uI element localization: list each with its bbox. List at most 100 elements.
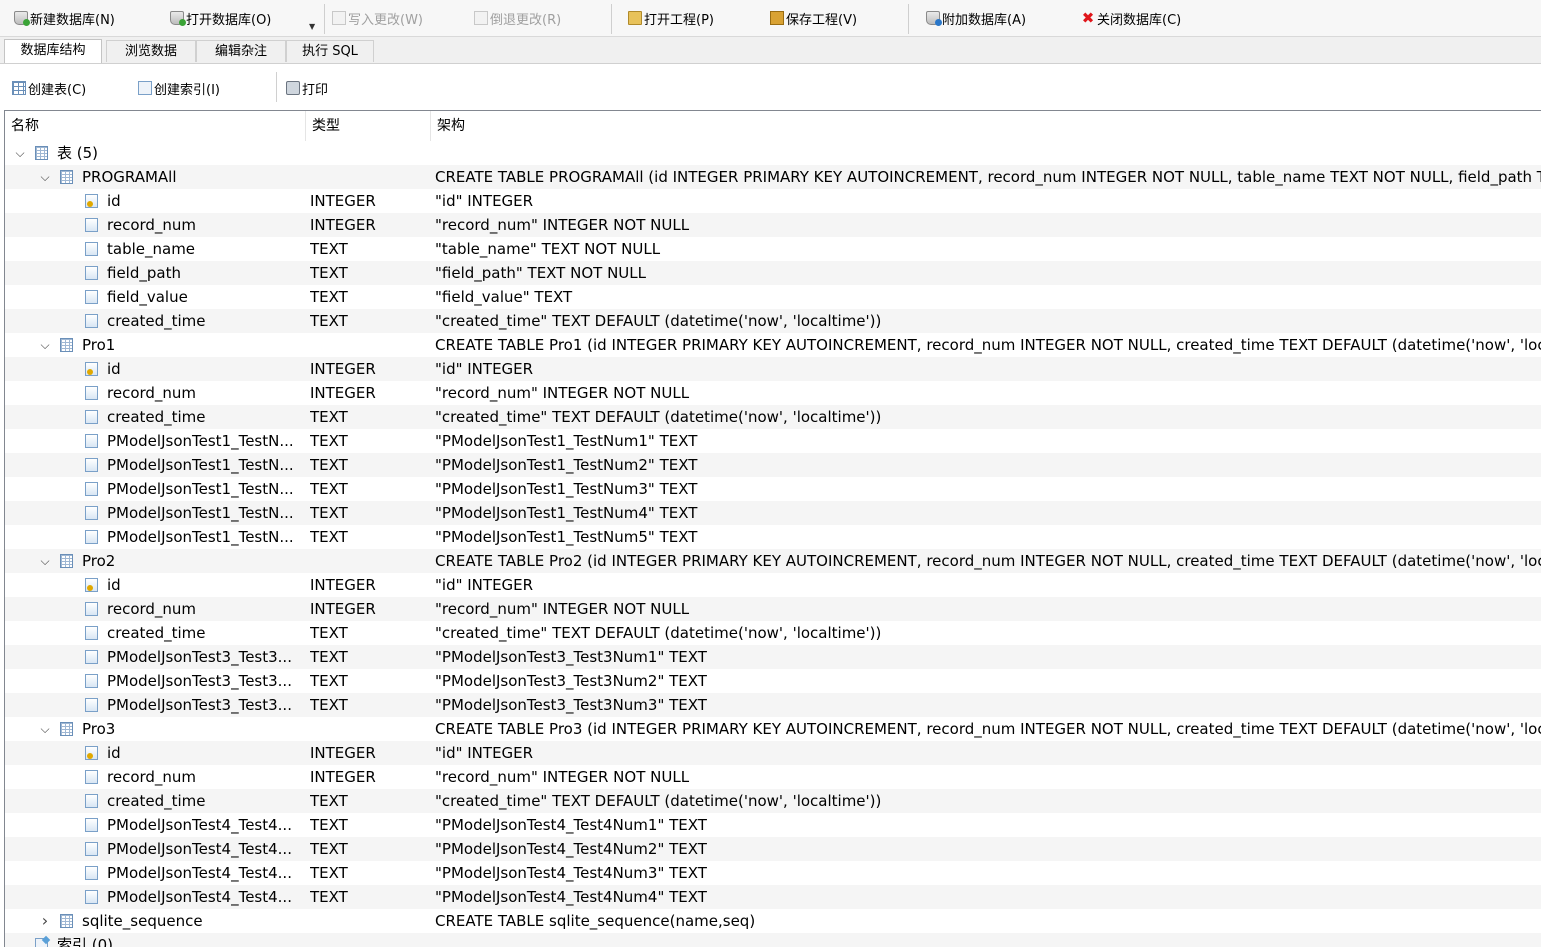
field-name: PModelJsonTest1_TestN... <box>107 480 294 498</box>
open-project-button[interactable]: 打开工程(P) <box>628 8 714 28</box>
type-cell: INTEGER <box>310 600 376 618</box>
tab-database-structure[interactable]: 数据库结构 <box>4 39 102 63</box>
tree-field-row[interactable]: PModelJsonTest1_TestN... TEXT "PModelJsonT… <box>5 453 1541 477</box>
tree-group-indexes[interactable]: 索引 (0) <box>5 933 1541 947</box>
tree-table-row[interactable]: › sqlite_sequence CREATE TABLE sqlite_sequ… <box>5 909 1541 933</box>
column-header-schema[interactable]: 架构 <box>431 111 1541 141</box>
tree-field-row[interactable]: field_path TEXT "field_path" TEXT NOT NULL <box>5 261 1541 285</box>
name-cell: PModelJsonTest4_Test4... <box>5 861 305 885</box>
field-icon <box>85 266 98 280</box>
tree-field-row[interactable]: table_name TEXT "table_name" TEXT NOT NULL <box>5 237 1541 261</box>
create-table-button[interactable]: 创建表(C) <box>12 78 86 98</box>
tree-field-row[interactable]: record_num INTEGER "record_num" INTEGER NO… <box>5 765 1541 789</box>
type-cell: TEXT <box>310 312 348 330</box>
field-name: PModelJsonTest3_Test3... <box>107 648 292 666</box>
tree-field-row[interactable]: PModelJsonTest3_Test3... TEXT "PModelJsonT… <box>5 645 1541 669</box>
chevron-down-icon[interactable]: ⌵ <box>38 549 52 573</box>
chevron-down-icon[interactable]: ⌵ <box>38 717 52 741</box>
close-database-button[interactable]: ✖ 关闭数据库(C) <box>1081 8 1182 28</box>
tree-field-row[interactable]: record_num INTEGER "record_num" INTEGER NO… <box>5 597 1541 621</box>
name-cell: ⌵ Pro3 <box>5 717 305 741</box>
write-changes-button[interactable]: 写入更改(W) <box>332 8 423 28</box>
tree-field-row[interactable]: field_value TEXT "field_value" TEXT <box>5 285 1541 309</box>
type-cell: INTEGER <box>310 192 376 210</box>
tree-field-row[interactable]: PModelJsonTest1_TestN... TEXT "PModelJsonT… <box>5 477 1541 501</box>
toolbar-separator <box>276 72 277 102</box>
tree-field-row[interactable]: created_time TEXT "created_time" TEXT DEFA… <box>5 789 1541 813</box>
schema-cell <box>435 933 1541 947</box>
close-database-label: 关闭数据库(C) <box>1097 12 1182 28</box>
field-icon <box>85 794 98 808</box>
tab-execute-sql[interactable]: 执行 SQL <box>286 40 374 62</box>
tree-field-row[interactable]: PModelJsonTest4_Test4... TEXT "PModelJsonT… <box>5 813 1541 837</box>
tree-field-row[interactable]: record_num INTEGER "record_num" INTEGER NO… <box>5 213 1541 237</box>
save-project-button[interactable]: 保存工程(V) <box>770 8 857 28</box>
revert-changes-button[interactable]: 倒退更改(R) <box>474 8 561 28</box>
name-cell: ⌵ PROGRAMAll <box>5 165 305 189</box>
name-cell: record_num <box>5 381 305 405</box>
name-cell: PModelJsonTest1_TestN... <box>5 429 305 453</box>
schema-cell: "PModelJsonTest4_Test4Num4" TEXT <box>435 888 707 906</box>
tree-field-row[interactable]: PModelJsonTest1_TestN... TEXT "PModelJsonT… <box>5 525 1541 549</box>
chevron-down-icon[interactable]: ⌵ <box>38 165 52 189</box>
name-cell: record_num <box>5 213 305 237</box>
toolbar-separator <box>611 4 612 34</box>
tree-table-row[interactable]: ⌵ Pro1 CREATE TABLE Pro1 (id INTEGER PRIMA… <box>5 333 1541 357</box>
tree-field-row[interactable]: PModelJsonTest4_Test4... TEXT "PModelJsonT… <box>5 861 1541 885</box>
tree-field-row[interactable]: id INTEGER "id" INTEGER <box>5 357 1541 381</box>
field-icon <box>85 218 98 232</box>
tree-field-row[interactable]: id INTEGER "id" INTEGER <box>5 189 1541 213</box>
tree-field-row[interactable]: PModelJsonTest3_Test3... TEXT "PModelJsonT… <box>5 693 1541 717</box>
field-name: record_num <box>107 768 197 786</box>
tree-field-row[interactable]: PModelJsonTest3_Test3... TEXT "PModelJsonT… <box>5 669 1541 693</box>
chevron-right-icon[interactable]: › <box>38 909 52 933</box>
tab-browse-data[interactable]: 浏览数据 <box>106 40 196 62</box>
field-icon <box>85 674 98 688</box>
field-name: PModelJsonTest3_Test3... <box>107 696 292 714</box>
name-cell: PModelJsonTest1_TestN... <box>5 477 305 501</box>
create-index-button[interactable]: 创建索引(I) <box>138 78 220 98</box>
tree-field-row[interactable]: PModelJsonTest1_TestN... TEXT "PModelJsonT… <box>5 501 1541 525</box>
schema-cell: "record_num" INTEGER NOT NULL <box>435 216 690 234</box>
tab-edit-pragmas[interactable]: 编辑杂注 <box>196 40 286 62</box>
tree-field-row[interactable]: id INTEGER "id" INTEGER <box>5 573 1541 597</box>
column-header-name[interactable]: 名称 <box>5 111 306 141</box>
tree-field-row[interactable]: created_time TEXT "created_time" TEXT DEFA… <box>5 405 1541 429</box>
field-icon <box>85 818 98 832</box>
name-cell: PModelJsonTest1_TestN... <box>5 525 305 549</box>
field-icon <box>85 314 98 328</box>
open-database-dropdown-icon[interactable]: ▼ <box>309 22 315 31</box>
name-cell: record_num <box>5 765 305 789</box>
attach-database-button[interactable]: 附加数据库(A) <box>926 8 1026 28</box>
name-cell: created_time <box>5 309 305 333</box>
field-icon <box>85 434 98 448</box>
type-cell: TEXT <box>310 792 348 810</box>
schema-cell: "id" INTEGER <box>435 192 534 210</box>
schema-cell: "PModelJsonTest4_Test4Num2" TEXT <box>435 840 707 858</box>
table-name: Pro3 <box>82 720 116 738</box>
column-header-type[interactable]: 类型 <box>306 111 431 141</box>
tree-field-row[interactable]: id INTEGER "id" INTEGER <box>5 741 1541 765</box>
chevron-down-icon[interactable]: ⌵ <box>13 141 27 165</box>
name-cell: id <box>5 357 305 381</box>
type-cell: TEXT <box>310 696 348 714</box>
tree-field-row[interactable]: record_num INTEGER "record_num" INTEGER NO… <box>5 381 1541 405</box>
open-database-button[interactable]: 打开数据库(O) <box>170 8 271 28</box>
tree-field-row[interactable]: PModelJsonTest4_Test4... TEXT "PModelJsonT… <box>5 837 1541 861</box>
type-cell: INTEGER <box>310 576 376 594</box>
schema-tree-view[interactable]: 名称 类型 架构 ⌵ 表 (5) ⌵ PROGRAMAll CREATE TABLE P… <box>4 110 1541 947</box>
field-name: table_name <box>107 240 196 258</box>
tree-field-row[interactable]: PModelJsonTest4_Test4... TEXT "PModelJsonT… <box>5 885 1541 909</box>
tree-table-row[interactable]: ⌵ Pro3 CREATE TABLE Pro3 (id INTEGER PRIMA… <box>5 717 1541 741</box>
print-button[interactable]: 打印 <box>286 78 328 98</box>
schema-cell: "created_time" TEXT DEFAULT (datetime('n… <box>435 792 882 810</box>
tree-group-tables[interactable]: ⌵ 表 (5) <box>5 141 1541 165</box>
tree-table-row[interactable]: ⌵ Pro2 CREATE TABLE Pro2 (id INTEGER PRIMA… <box>5 549 1541 573</box>
tree-field-row[interactable]: created_time TEXT "created_time" TEXT DEFA… <box>5 621 1541 645</box>
tree-table-row[interactable]: ⌵ PROGRAMAll CREATE TABLE PROGRAMAll (id I… <box>5 165 1541 189</box>
tree-field-row[interactable]: PModelJsonTest1_TestN... TEXT "PModelJsonT… <box>5 429 1541 453</box>
tree-field-row[interactable]: created_time TEXT "created_time" TEXT DEFA… <box>5 309 1541 333</box>
new-database-button[interactable]: 新建数据库(N) <box>14 8 115 28</box>
chevron-down-icon[interactable]: ⌵ <box>38 333 52 357</box>
main-toolbar: 新建数据库(N) 打开数据库(O) ▼ 写入更改(W) 倒退更改(R) 打开工程… <box>0 0 1541 37</box>
